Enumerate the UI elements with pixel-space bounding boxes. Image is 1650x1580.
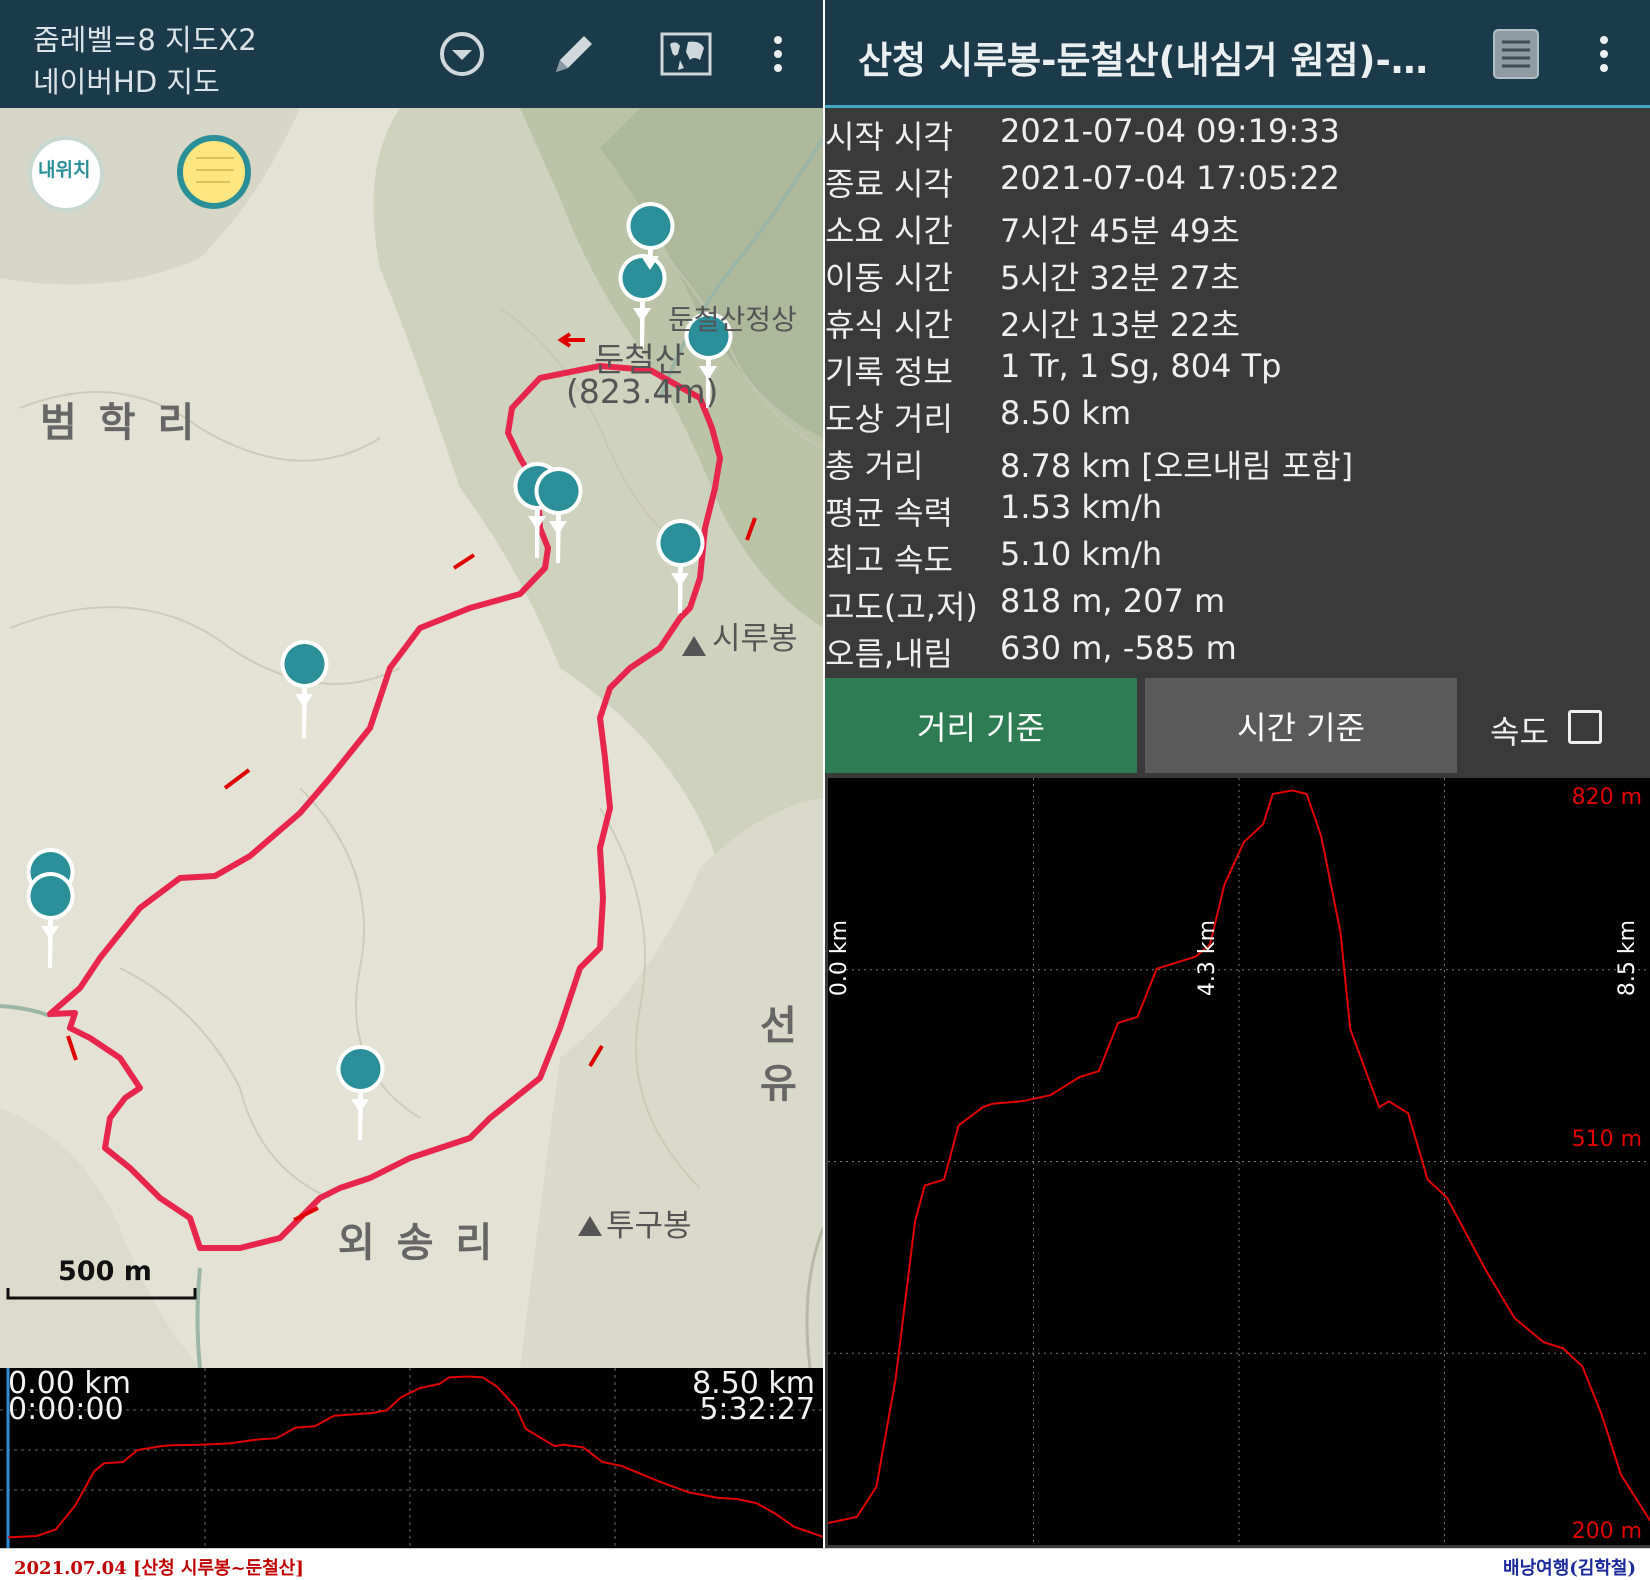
stat-row: 소요 시간 7시간 45분 49초	[825, 206, 1650, 253]
mini-start-time: 0:00:00	[8, 1392, 124, 1427]
stat-value: 5시간 32분 27초	[1000, 259, 1240, 297]
map-toolbar: 줌레벨=8 지도X2 네이버HD 지도	[0, 0, 823, 108]
elevation-chart[interactable]: 820 m 510 m 200 m 0.0 km 4.3 km 8.5 km	[828, 778, 1650, 1545]
place-beomhak: 범 학 리	[40, 400, 199, 446]
tab-distance[interactable]: 거리 기준	[825, 678, 1137, 773]
stat-row: 종료 시각 2021-07-04 17:05:22	[825, 159, 1650, 206]
map-source-text: 네이버HD 지도	[33, 65, 220, 99]
stat-label: 기록 정보	[825, 353, 953, 391]
stat-label: 오름,내림	[825, 635, 953, 673]
stat-row: 이동 시간 5시간 32분 27초	[825, 253, 1650, 300]
world-map-icon[interactable]	[660, 28, 712, 80]
map-panel: 줌레벨=8 지도X2 네이버HD 지도 내위치 범 학 리 외 송 리 선유 둔…	[0, 0, 823, 1548]
footer-credit: 배낭여행(김학철)	[1503, 1558, 1636, 1579]
map-view[interactable]: 내위치 범 학 리 외 송 리 선유 둔철산 (823.4m) 둔철산정상 시루…	[0, 108, 823, 1368]
stat-value: 1 Tr, 1 Sg, 804 Tp	[1000, 347, 1282, 385]
stat-row: 휴식 시간 2시간 13분 22초	[825, 300, 1650, 347]
pencil-icon[interactable]	[548, 28, 600, 80]
peak-tugubong: 투구봉	[606, 1208, 692, 1244]
more-vert-icon[interactable]	[752, 28, 804, 80]
stat-row: 기록 정보 1 Tr, 1 Sg, 804 Tp	[825, 347, 1650, 394]
stat-label: 이동 시간	[825, 259, 953, 297]
x-tick-label: 0.0 km	[828, 920, 852, 996]
stat-label: 도상 거리	[825, 400, 953, 438]
stat-value: 5.10 km/h	[1000, 535, 1163, 573]
track-title: 산청 시루봉-둔철산(내심거 원점)-8...	[858, 39, 1428, 82]
stat-value: 818 m, 207 m	[1000, 582, 1226, 620]
stat-row: 총 거리 8.78 km [오르내림 포함]	[825, 441, 1650, 488]
track-toolbar: 산청 시루봉-둔철산(내심거 원점)-8...	[825, 0, 1650, 108]
y-tick-label: 200 m	[1572, 1519, 1642, 1544]
stat-value: 7시간 45분 49초	[1000, 212, 1240, 250]
zoom-level-text: 줌레벨=8 지도X2	[33, 23, 257, 57]
tab-time[interactable]: 시간 기준	[1145, 678, 1457, 773]
speed-checkbox[interactable]	[1568, 710, 1602, 744]
y-tick-label: 820 m	[1572, 785, 1642, 810]
my-location-button[interactable]: 내위치	[38, 155, 90, 182]
stat-value: 8.50 km	[1000, 394, 1132, 432]
stat-label: 최고 속도	[825, 541, 953, 579]
stat-label: 고도(고,저)	[825, 588, 978, 626]
stat-label: 종료 시각	[825, 165, 953, 203]
list-icon[interactable]	[1490, 28, 1542, 80]
place-oesong: 외 송 리	[338, 1220, 497, 1266]
screenshot-frame: 줌레벨=8 지도X2 네이버HD 지도 내위치 범 학 리 외 송 리 선유 둔…	[0, 0, 1650, 1580]
stat-value: 2시간 13분 22초	[1000, 306, 1240, 344]
stat-row: 도상 거리 8.50 km	[825, 394, 1650, 441]
peak-elevation: (823.4m)	[566, 372, 719, 411]
stat-row: 고도(고,저) 818 m, 207 m	[825, 582, 1650, 629]
stat-value: 2021-07-04 09:19:33	[1000, 112, 1340, 150]
stat-label: 휴식 시간	[825, 306, 953, 344]
stat-row: 최고 속도 5.10 km/h	[825, 535, 1650, 582]
footer: 2021.07.04 [산청 시루봉~둔철산] 배낭여행(김학철)	[0, 1548, 1650, 1580]
place-seonyu: 선유	[760, 1003, 797, 1107]
x-tick-label: 8.5 km	[1615, 920, 1640, 996]
dropdown-icon[interactable]	[436, 28, 488, 80]
stat-label: 평균 속력	[825, 494, 953, 532]
scale-label: 500 m	[58, 1256, 152, 1287]
track-info-panel: 산청 시루봉-둔철산(내심거 원점)-8... 시작 시각 2021-07-04 …	[825, 0, 1650, 1548]
stat-value: 630 m, -585 m	[1000, 629, 1237, 667]
dunchul-summit-label: 둔철산정상	[668, 303, 797, 336]
footer-caption: 2021.07.04 [산청 시루봉~둔철산]	[14, 1558, 304, 1579]
stat-row: 오름,내림 630 m, -585 m	[825, 629, 1650, 676]
speed-label: 속도	[1490, 713, 1549, 751]
mini-end-time: 5:32:27	[699, 1392, 815, 1427]
y-tick-label: 510 m	[1572, 1127, 1642, 1152]
stat-label: 소요 시간	[825, 212, 953, 250]
stat-label: 시작 시각	[825, 118, 953, 156]
mini-elevation-profile[interactable]: 0.00 km 0:00:00 8.50 km 5:32:27	[0, 1368, 823, 1548]
x-tick-label: 4.3 km	[1195, 920, 1220, 996]
stat-row: 시작 시각 2021-07-04 09:19:33	[825, 112, 1650, 159]
stat-label: 총 거리	[825, 447, 924, 485]
peak-sirubong: 시루봉	[712, 621, 798, 657]
stat-value: 1.53 km/h	[1000, 488, 1163, 526]
stat-value: 8.78 km [오르내림 포함]	[1000, 447, 1354, 485]
stat-value: 2021-07-04 17:05:22	[1000, 159, 1340, 197]
stat-row: 평균 속력 1.53 km/h	[825, 488, 1650, 535]
more-vert-icon[interactable]	[1578, 28, 1630, 80]
